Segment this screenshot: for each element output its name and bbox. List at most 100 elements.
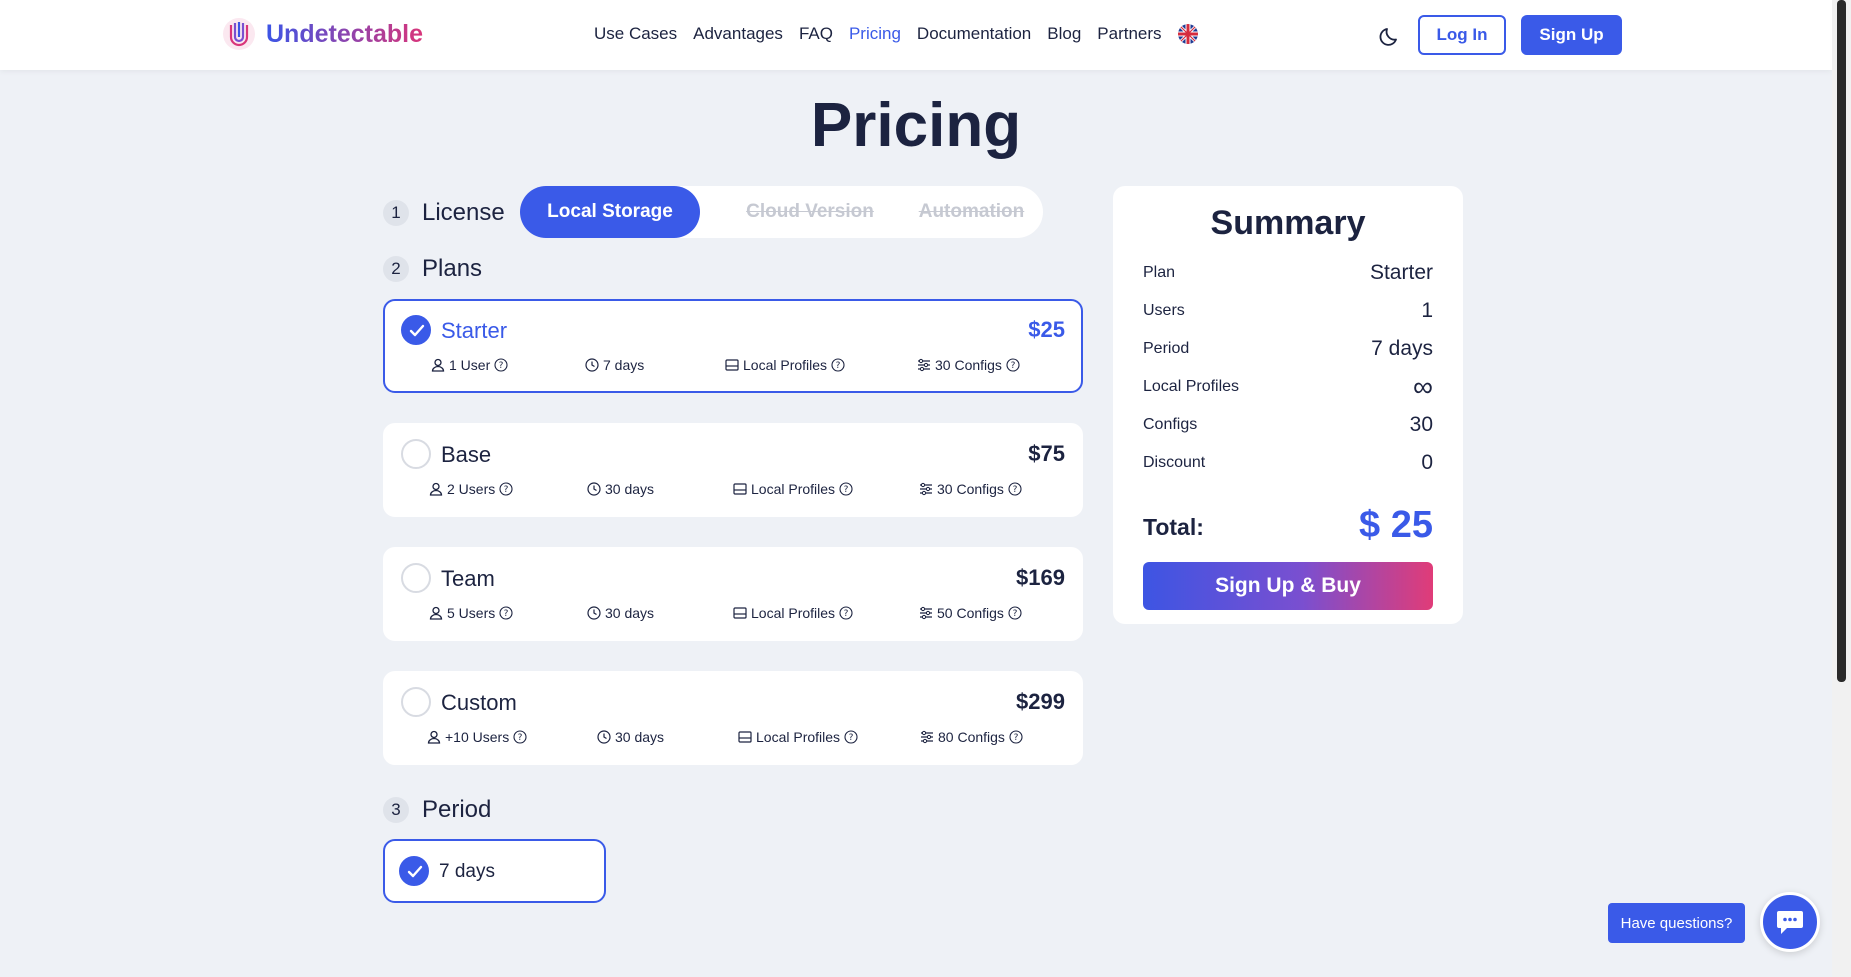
help-circle-icon[interactable]: ? [839, 482, 853, 496]
top-header: Undetectable Use Cases Advantages FAQ Pr… [0, 0, 1832, 70]
plan-radio[interactable] [401, 563, 431, 593]
scrollbar-thumb[interactable] [1837, 0, 1846, 682]
tab-automation[interactable]: Automation [900, 186, 1043, 238]
chat-button[interactable] [1760, 892, 1820, 952]
help-circle-icon[interactable]: ? [513, 730, 527, 744]
plan-card-starter[interactable]: Starter $25 1 User ? 7 days Local Profil… [383, 299, 1083, 393]
plan-radio-checked[interactable] [401, 315, 431, 345]
nav-faq[interactable]: FAQ [799, 24, 833, 44]
plan-period-text: 30 days [615, 729, 665, 745]
plan-price: $75 [1028, 441, 1065, 466]
plan-configs: 80 Configs ? [920, 729, 1023, 745]
summary-key: Period [1143, 340, 1190, 357]
help-circle-icon[interactable]: ? [844, 730, 858, 744]
period-option-7-days[interactable]: 7 days [383, 839, 606, 903]
plan-profiles: Local Profiles ? [725, 357, 845, 373]
summary-value: 1 [1421, 299, 1433, 322]
tab-cloud-version[interactable]: Cloud Version [720, 186, 900, 238]
sliders-icon [920, 606, 932, 620]
checkmark-icon [409, 324, 425, 337]
checkmark-icon [407, 865, 423, 878]
sign-up-and-buy-button[interactable]: Sign Up & Buy [1143, 562, 1433, 610]
uk-flag-icon[interactable] [1177, 24, 1198, 44]
summary-key: Configs [1143, 416, 1198, 433]
step-number-license: 1 [383, 200, 409, 226]
plan-period: 30 days [587, 605, 654, 621]
logo[interactable]: Undetectable [222, 17, 423, 51]
help-circle-icon[interactable]: ? [1009, 730, 1023, 744]
dark-mode-moon-icon[interactable] [1378, 24, 1402, 48]
tab-local-storage[interactable]: Local Storage [520, 186, 700, 238]
svg-text:?: ? [504, 609, 509, 619]
plan-profiles: Local Profiles ? [733, 481, 853, 497]
step-number-period: 3 [383, 797, 409, 823]
user-icon [429, 606, 443, 620]
plan-users-text: 5 Users [447, 605, 496, 621]
plan-users-text: +10 Users [445, 729, 510, 745]
svg-text:?: ? [849, 733, 854, 743]
help-circle-icon[interactable]: ? [1008, 482, 1022, 496]
clock-icon [587, 606, 601, 620]
summary-row-discount: Discount 0 [1143, 451, 1433, 475]
plan-radio[interactable] [401, 439, 431, 469]
nav-pricing[interactable]: Pricing [849, 24, 901, 44]
summary-key: Discount [1143, 454, 1206, 471]
nav-blog[interactable]: Blog [1047, 24, 1081, 44]
plan-profiles-text: Local Profiles [743, 357, 828, 373]
help-circle-icon[interactable]: ? [499, 606, 513, 620]
plan-radio[interactable] [401, 687, 431, 717]
plan-period-text: 7 days [603, 357, 645, 373]
clock-icon [585, 358, 599, 372]
plan-period-text: 30 days [605, 605, 655, 621]
help-circle-icon[interactable]: ? [1006, 358, 1020, 372]
sliders-icon [921, 730, 933, 744]
user-icon [429, 482, 443, 496]
plan-card-base[interactable]: Base $75 2 Users ? 30 days Local Profile… [383, 423, 1083, 517]
nav-documentation[interactable]: Documentation [917, 24, 1031, 44]
period-radio-checked[interactable] [399, 856, 429, 886]
help-circle-icon[interactable]: ? [494, 358, 508, 372]
nav-partners[interactable]: Partners [1097, 24, 1161, 44]
help-circle-icon[interactable]: ? [839, 606, 853, 620]
plan-users: 5 Users ? [429, 605, 513, 621]
plan-profiles-text: Local Profiles [751, 605, 836, 621]
plan-profiles-text: Local Profiles [751, 481, 836, 497]
plan-profiles: Local Profiles ? [738, 729, 858, 745]
clock-icon [597, 730, 611, 744]
login-button[interactable]: Log In [1418, 15, 1506, 55]
plan-period: 30 days [597, 729, 664, 745]
plan-users: 1 User ? [431, 357, 508, 373]
nav-advantages[interactable]: Advantages [693, 24, 783, 44]
step-label-period: Period [422, 796, 492, 823]
plan-profiles: Local Profiles ? [733, 605, 853, 621]
help-circle-icon[interactable]: ? [831, 358, 845, 372]
page-scrollbar[interactable] [1832, 0, 1851, 977]
plan-card-custom[interactable]: Custom $299 +10 Users ? 30 days Local Pr… [383, 671, 1083, 765]
signup-button[interactable]: Sign Up [1521, 15, 1622, 55]
step-label-license: License [422, 199, 505, 226]
plan-price: $169 [1016, 565, 1065, 590]
help-circle-icon[interactable]: ? [1008, 606, 1022, 620]
summary-row-plan: Plan Starter [1143, 261, 1433, 285]
summary-panel: Summary Plan Starter Users 1 Period 7 da… [1113, 186, 1463, 624]
plan-configs: 50 Configs ? [919, 605, 1022, 621]
nav-use-cases[interactable]: Use Cases [594, 24, 677, 44]
svg-text:?: ? [836, 361, 841, 371]
summary-title: Summary [1210, 204, 1366, 242]
plan-configs: 30 Configs ? [919, 481, 1022, 497]
svg-text:?: ? [1014, 733, 1019, 743]
plan-card-team[interactable]: Team $169 5 Users ? 30 days Local Profil… [383, 547, 1083, 641]
help-circle-icon[interactable]: ? [499, 482, 513, 496]
svg-text:?: ? [518, 733, 523, 743]
sliders-icon [918, 358, 930, 372]
plan-period: 30 days [587, 481, 654, 497]
summary-value-infinity: ∞ [1413, 371, 1433, 402]
plan-configs: 30 Configs ? [917, 357, 1020, 373]
summary-row-local-profiles: Local Profiles ∞ [1143, 371, 1433, 402]
period-label: 7 days [439, 861, 495, 882]
total-label: Total: [1143, 514, 1204, 540]
plan-configs-text: 30 Configs [935, 357, 1002, 373]
main-nav: Use Cases Advantages FAQ Pricing Documen… [594, 24, 1198, 44]
storage-icon [725, 359, 739, 371]
have-questions-button[interactable]: Have questions? [1608, 903, 1745, 943]
